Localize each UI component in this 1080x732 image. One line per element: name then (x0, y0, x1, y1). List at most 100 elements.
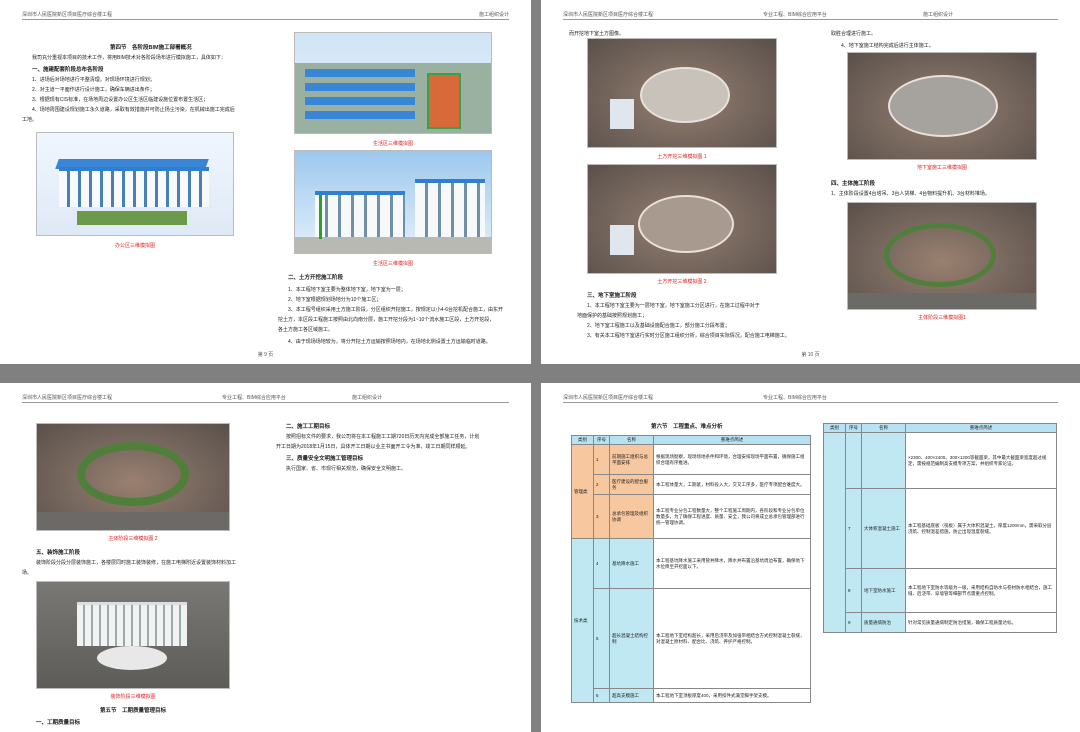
living-area-image-2 (294, 150, 492, 254)
list-item: 1、本工程地下室主要为一层地下室，地下室施工分区进行，在施工过程中对于 (587, 303, 760, 309)
header-center: 施工组织设计 (352, 395, 383, 401)
right-item: 4、地下室施工结构完成后进行主体施工。 (841, 43, 934, 49)
heading-1: 一、施建配套阶段总布各阶段 (32, 67, 104, 73)
intro-text: 我司充分重视本项目的技术工作，将用BIM技术对各阶段场布进行模拟施工，具体如下： (32, 55, 226, 61)
row-name (861, 432, 906, 489)
list-item: 2、对主道一平面作进行设计施工，确保车辆进出条件； (32, 87, 155, 93)
safety-text: 执行国家、省、市现行相关规范，确保安全文明施工。 (286, 466, 407, 472)
row-name: 超高支模施工 (609, 688, 654, 703)
earthwork-image-1 (587, 38, 777, 148)
list-item: 地面保护的基础按照规划施工； (577, 313, 648, 319)
row-desc: ×2300、400×2400、300×1200等截面梁，其中最大截面梁宽度超过规… (905, 432, 1057, 489)
row-no: 6 (593, 688, 610, 703)
table-header: 类别 (571, 435, 594, 445)
row-desc: 本工程基坑降水施工采用管井降水，降水井布置沿基坑周边布置，确保地下水位降至开挖面… (653, 538, 811, 589)
category-management: 管理类 (571, 444, 594, 539)
row-no: 7 (845, 488, 862, 569)
caption-living-2: 生活区三维模拟图 (372, 261, 413, 267)
row-desc: 本工程专业分包工程数量大，整个工程施工周期内，各阶段和专业分包单位数量多，为了确… (653, 494, 811, 539)
row-no: 4 (593, 538, 610, 589)
caption-earthwork-1: 土方开挖三维模拟图 1 (657, 154, 707, 160)
living-area-image (294, 32, 492, 134)
category-technical: 技术类 (571, 538, 594, 703)
heading-safety: 三、质量安全文明施工管理目标 (286, 456, 364, 462)
row-name: 超长混凝土结构控制 (609, 588, 654, 689)
page-header: 深圳市人民医院新区项目医疗综合楼工程 专业工程、BIM综合应用平台 施工组织设计 (563, 10, 1058, 20)
caption-main-structure-2: 主体阶段三维模拟图 2 (108, 536, 158, 542)
list-item: 3、本工程号组织采用土方施工阶段，分区组织开挖施工，按规定以小4-6台挖机配合施… (288, 307, 504, 313)
header-project: 深圳市人民医院新区项目医疗综合楼工程 (563, 12, 654, 18)
earthwork-image-2 (587, 164, 777, 274)
difficulty-table: 类别 序号 名称 重难点简述 管理类 1 前期施工组织与总平面安排 根据现场勘察… (571, 435, 811, 703)
page-header: 深圳市人民医院新区项目医疗综合楼工程 施工组织设计 (22, 10, 509, 20)
heading-4: 四、主体施工阶段 (831, 181, 876, 187)
page-header: 深圳市人民医院新区项目医疗综合楼工程 专业工程、BIM综合应用平台 (563, 393, 1058, 403)
header-company: 专业工程、BIM综合应用平台 (763, 12, 827, 18)
list-item: 1、进场后对场地进行平整清理，对现场环境进行规划； (32, 77, 155, 83)
header-project: 深圳市人民医院新区项目医疗综合楼工程 (22, 12, 113, 18)
row-no: 2 (593, 474, 610, 495)
list-item: 4、场地周围建设规划施工永久道路，采取有效措施并可防止扬尘污染，在机械出施工完成… (32, 107, 235, 113)
header-center: 施工组织设计 (478, 12, 509, 18)
deco-text-tail: 场。 (22, 570, 33, 576)
table-header: 重难点简述 (653, 435, 811, 445)
caption-living: 生活区三维模拟图 (372, 141, 413, 147)
list-item: 2、地下室工程施工以及基础设施配合施工，部分施工分段布置； (587, 323, 730, 329)
main-structure-image-2 (36, 423, 230, 531)
heading-quality: 一、工期质量目标 (36, 720, 81, 726)
heading-2: 二、土方开挖施工阶段 (288, 275, 344, 281)
list-item: 3、根据现有CIS标准，在场地周边设置办公区生活区临建设施位置布置生活区； (32, 97, 209, 103)
section-5: 第五节 工期质量管理目标 (100, 708, 167, 714)
row-desc: 本工程地下室顶板厚度400，采用扣件式满堂脚手架支模。 (653, 688, 811, 703)
header-company: 专业工程、BIM综合应用平台 (222, 395, 286, 401)
row-name: 基坑降水施工 (609, 538, 654, 589)
table-header: 名称 (609, 435, 654, 445)
row-desc: 本工程地下室结构超长，采用后浇带及加强带相结合方式控制混凝土裂缝，对混凝土原材料… (653, 588, 811, 689)
row-no: 8 (845, 568, 862, 613)
page-header: 深圳市人民医院新区项目医疗综合楼工程 专业工程、BIM综合应用平台 施工组织设计 (22, 393, 509, 403)
deco-text: 装饰阶段分段分层装饰施工，各楼层同时施工装饰装修，在施工电梯附近设置装饰材料加工 (36, 560, 237, 566)
list-item: 1、主体阶段设置4台塔吊、3台人货梯、4台物料提升机、3台材料堆场。 (831, 191, 990, 197)
header-project: 深圳市人民医院新区项目医疗综合楼工程 (563, 395, 654, 401)
row-no: 1 (593, 444, 610, 475)
list-item: 1、本工程地下室主要为整体地下室，地下室为一层； (288, 287, 406, 293)
row-name: 质量通病防治 (861, 612, 906, 633)
row-name: 总承包管理及组织协调 (609, 494, 654, 539)
header-center: 施工组织设计 (923, 12, 954, 18)
heading-3: 三、地下室施工阶段 (587, 293, 637, 299)
basement-image (847, 52, 1037, 160)
heading-5: 五、装饰施工阶段 (36, 550, 81, 556)
header-project: 深圳市人民医院新区项目医疗综合楼工程 (22, 395, 113, 401)
row-desc: 本工程地下室防水等级为一级，采用结构自防水与卷材防水相结合，施工缝、后浇带、穿墙… (905, 568, 1057, 613)
intro-text: 而开挖地下室土方图像。 (569, 31, 625, 37)
row-desc: 本工程体量大，工期紧，材料投入大，交叉工序多，医疗专项配合难度大。 (653, 474, 811, 495)
row-no: 3 (593, 494, 610, 539)
list-item: 3、有关本工程地下室进行实时分区施工组织分析，综合项目实际情况，配合施工电梯施工… (587, 333, 790, 339)
page-footer: 第 9 页 (257, 352, 274, 358)
main-structure-image (847, 202, 1037, 310)
row-desc: 根据现场勘察，现场场地条件和环境，合理安排现场平面布置，确保施工组织合理有序推进… (653, 444, 811, 475)
table-header: 名称 (861, 423, 906, 433)
header-company: 专业工程、BIM综合应用平台 (763, 395, 827, 401)
row-desc: 针对常见质量通病制定防治措施，确保工程质量达标。 (905, 612, 1057, 633)
row-desc: 本工程基础底板（筏板）属于大体积混凝土，厚度1200mm，需采取分层浇筑、控制温… (905, 488, 1057, 569)
table-header: 序号 (593, 435, 610, 445)
row-no (845, 432, 862, 489)
list-item: 2、地下室根据规划场地分为10个施工区； (288, 297, 382, 303)
category-technical-cont (823, 432, 846, 633)
caption-office: 办公区三维模拟图 (114, 243, 155, 249)
table-header: 类别 (823, 423, 846, 433)
caption-main-structure: 主体阶段三维模拟图1 (918, 315, 966, 321)
document-page-9: 深圳市人民医院新区项目医疗综合楼工程 施工组织设计 第四节 各阶段BIM施工部署… (0, 0, 531, 364)
office-area-image (36, 132, 234, 236)
difficulty-table-continued: 类别 序号 名称 重难点简述 ×2300、400×2400、300×1200等截… (823, 423, 1057, 633)
row-name: 大体积混凝土施工 (861, 488, 906, 569)
table-header: 重难点简述 (905, 423, 1057, 433)
row-name: 医疗建设的配合服务 (609, 474, 654, 495)
document-page-10: 深圳市人民医院新区项目医疗综合楼工程 专业工程、BIM综合应用平台 施工组织设计… (541, 0, 1080, 364)
document-page-12: 深圳市人民医院新区项目医疗综合楼工程 专业工程、BIM综合应用平台 第六节 工程… (541, 383, 1080, 732)
page-footer: 第 10 页 (801, 352, 820, 358)
list-item: 挖土方，本区段工程施工按照由北向南分层，施工开挖分段为1~10个流水施工区段，土… (278, 317, 495, 323)
section-6: 第六节 工程重点、难点分析 (651, 424, 723, 430)
schedule-text: 开工日期为2018年1月15日，具体开工日期以业主书面开工令为准，竣工日期同样顺… (276, 444, 471, 450)
